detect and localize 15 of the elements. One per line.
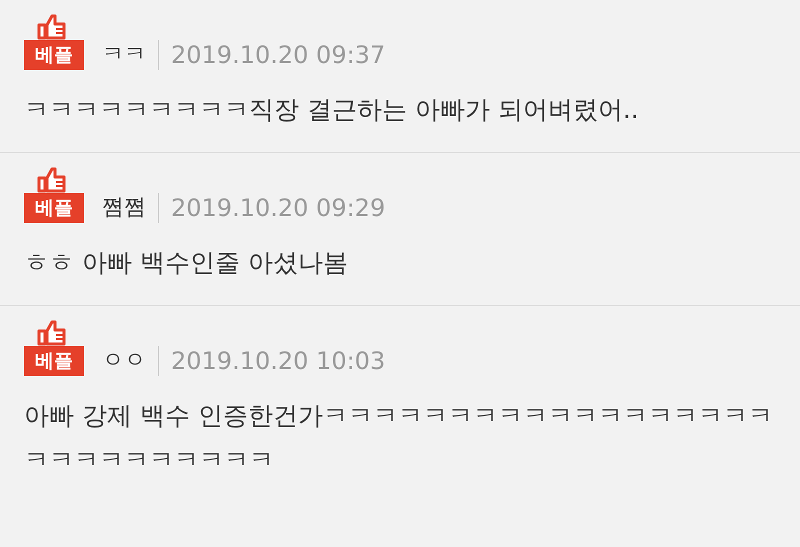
- author-name: 쪔쪔: [102, 197, 146, 219]
- comment-date: 2019.10.20 09:29: [171, 196, 386, 220]
- best-badge: 베플: [24, 40, 84, 70]
- thumbs-up-icon: [37, 167, 67, 193]
- comment-date: 2019.10.20 09:37: [171, 43, 386, 67]
- comment-text: 아빠 강제 백수 인증한건가ㅋㅋㅋㅋㅋㅋㅋㅋㅋㅋㅋㅋㅋㅋㅋㅋㅋㅋㅋㅋㅋㅋㅋㅋㅋㅋㅋㅋ: [24, 400, 774, 476]
- author-name: ㅇㅇ: [102, 350, 146, 372]
- thumbs-up-icon: [37, 320, 67, 346]
- best-badge: 베플: [24, 346, 84, 376]
- best-badge: 베플: [24, 193, 84, 223]
- comment-text: ㅎㅎ 아빠 백수인줄 아셨나봄: [24, 247, 349, 279]
- comment-date: 2019.10.20 10:03: [171, 349, 386, 373]
- author-name: ㅋㅋ: [102, 44, 146, 66]
- comment-text: ㅋㅋㅋㅋㅋㅋㅋㅋㅋ직장 결근하는 아빠가 되어벼렸어..: [24, 94, 640, 126]
- thumbs-up-icon: [37, 14, 67, 40]
